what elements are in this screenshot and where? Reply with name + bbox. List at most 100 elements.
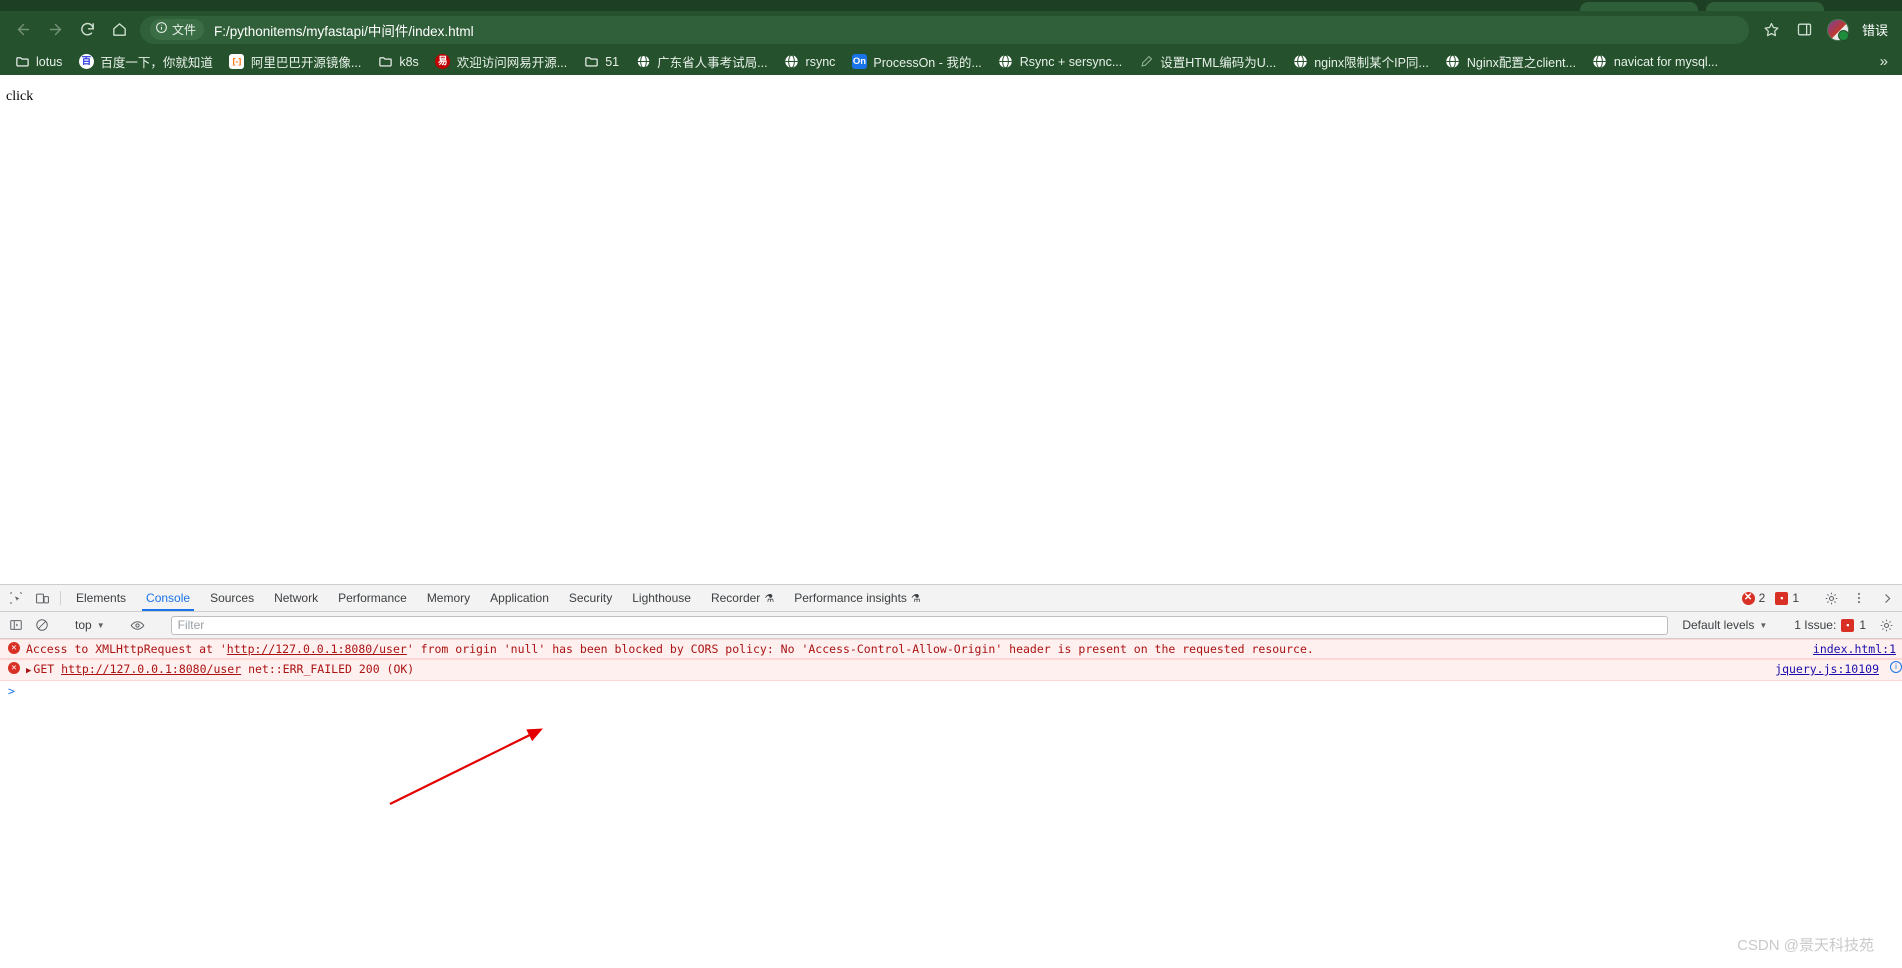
issue-count-badge[interactable]: ▪ 1 [1771,591,1803,605]
request-info-icon[interactable]: i [1890,661,1902,673]
message-suffix: ' from origin 'null' has been blocked by… [406,642,1314,656]
close-devtools-icon[interactable] [1874,592,1900,605]
message-suffix: net::ERR_FAILED 200 (OK) [241,662,415,676]
console-context-selector[interactable]: top ▼ [69,615,111,635]
devtools-tab-memory[interactable]: Memory [417,585,480,611]
bookmark-label: rsync [805,54,836,69]
console-message-row[interactable]: ✕ ▶ GET http://127.0.0.1:8080/user net::E… [0,659,1902,681]
bookmark-label: 阿里巴巴开源镜像... [250,56,362,70]
bookmark-label: 百度一下，你就知道 [100,56,213,70]
baidu-icon: 百 [78,54,94,70]
devtools-tab-network[interactable]: Network [264,585,328,611]
bookmark-item[interactable]: rsync [776,51,844,73]
globe-icon [784,54,800,70]
bookmark-item[interactable]: Nginx配置之client... [1437,49,1584,74]
devtools-tab-elements[interactable]: Elements [66,585,136,611]
issue-icon: ▪ [1775,591,1789,605]
console-message-row[interactable]: ✕ Access to XMLHttpRequest at 'http://12… [0,639,1902,659]
bookmark-item[interactable]: navicat for mysql... [1584,51,1726,73]
kebab-menu-icon[interactable] [1846,591,1872,605]
message-link[interactable]: http://127.0.0.1:8080/user [61,662,241,676]
live-expression-icon[interactable] [126,614,150,636]
bookmark-item[interactable]: [-] 阿里巴巴开源镜像... [221,49,369,74]
divider [60,591,61,605]
bookmark-item[interactable]: lotus [6,51,70,73]
devtools-tab-application[interactable]: Application [480,585,559,611]
bookmark-item[interactable]: 易 欢迎访问网易开源... [427,49,575,74]
bookmarks-bar: lotus 百 百度一下，你就知道 [-] 阿里巴巴开源镜像... k8s 易 [0,48,1902,75]
console-message-source[interactable]: jquery.js:10109 [1763,661,1885,677]
bookmark-label: Nginx配置之client... [1466,56,1576,70]
browser-tab[interactable] [1706,2,1824,11]
reload-icon[interactable] [72,15,102,45]
back-arrow-icon[interactable] [8,15,38,45]
globe-icon [1292,54,1308,70]
devtools-tab-security[interactable]: Security [559,585,622,611]
bookmark-item[interactable]: 51 [575,51,627,73]
expand-triangle-icon[interactable]: ▶ [26,666,31,676]
bookmark-item[interactable]: k8s [369,51,426,73]
gear-icon[interactable] [1874,614,1898,636]
bookmarks-overflow-button[interactable]: » [1872,53,1896,70]
clear-console-icon[interactable] [30,614,54,636]
tab-strip[interactable] [0,0,1902,11]
page-body-text: click [6,89,34,104]
folder-icon [583,54,599,70]
bookmark-label: navicat for mysql... [1613,54,1719,69]
device-toolbar-icon[interactable] [29,585,55,611]
console-input-prompt[interactable]: > [0,681,1902,701]
home-icon[interactable] [104,15,134,45]
bookmark-label: Rsync + sersync... [1019,54,1123,69]
error-status-label[interactable]: 错误 [1856,18,1894,41]
error-icon: ✕ [8,642,20,654]
console-log-levels-selector[interactable]: Default levels ▼ [1676,618,1773,632]
profile-avatar[interactable] [1823,15,1853,45]
devtools-tab-lighthouse[interactable]: Lighthouse [622,585,701,611]
devtools-tab-recorder[interactable]: Recorder ⚗ [701,585,784,611]
bookmark-item[interactable]: On ProcessOn - 我的... [843,49,989,74]
side-panel-icon[interactable] [1790,15,1820,45]
bookmark-label: 欢迎访问网易开源... [456,56,568,70]
console-filter-bar: top ▼ Default levels ▼ 1 Issue: ▪ 1 [0,612,1902,639]
bookmark-label: k8s [399,54,419,69]
globe-icon [1445,54,1461,70]
console-message-source[interactable]: index.html:1 [1801,641,1902,657]
netease-icon: 易 [435,54,451,70]
page-viewport: click [0,75,1902,584]
devtools-tab-sources[interactable]: Sources [200,585,264,611]
message-prefix: GET [33,662,62,676]
bookmark-item[interactable]: 设置HTML编码为U... [1130,49,1284,74]
console-filter-input[interactable] [170,615,1669,635]
address-bar[interactable]: 文件 F:/pythonitems/myfastapi/中间件/index.ht… [140,15,1749,44]
console-issues-chip[interactable]: 1 Issue: ▪ 1 [1788,618,1872,632]
gear-icon[interactable] [1818,591,1844,606]
forward-arrow-icon[interactable] [40,15,70,45]
devtools-tab-console[interactable]: Console [136,585,200,611]
devtools-tabbar: Elements Console Sources Network Perform… [0,585,1902,612]
site-info-chip[interactable]: 文件 [150,19,205,40]
error-icon: ✕ [8,662,20,674]
message-link[interactable]: http://127.0.0.1:8080/user [227,642,407,656]
bookmark-item[interactable]: Rsync + sersync... [990,51,1130,73]
bookmark-label: 广东省人事考试局... [657,56,768,70]
error-count-badge[interactable]: ✕ 2 [1738,591,1770,605]
bookmark-item[interactable]: nginx限制某个IP同... [1284,49,1437,74]
star-icon[interactable] [1757,15,1787,45]
devtools-tab-performance[interactable]: Performance [328,585,417,611]
pen-icon [1138,54,1154,70]
toolbar-right-actions: 错误 [1757,15,1894,45]
error-icon: ✕ [1741,591,1755,605]
flask-icon: ⚗ [910,592,921,605]
globe-icon [1592,54,1608,70]
console-message-text: ▶ GET http://127.0.0.1:8080/user net::ERR… [26,661,1763,679]
inspect-element-icon[interactable] [3,585,29,611]
devtools-tab-performance-insights[interactable]: Performance insights ⚗ [784,585,931,611]
flask-icon: ⚗ [764,592,775,605]
bookmark-item[interactable]: 广东省人事考试局... [627,49,775,74]
folder-icon [377,54,393,70]
bookmark-item[interactable]: 百 百度一下，你就知道 [70,49,221,74]
browser-tab[interactable] [1580,2,1698,11]
address-bar-url[interactable]: F:/pythonitems/myfastapi/中间件/index.html [214,20,474,40]
console-sidebar-icon[interactable] [4,614,28,636]
devtools-panel: Elements Console Sources Network Perform… [0,584,1902,967]
